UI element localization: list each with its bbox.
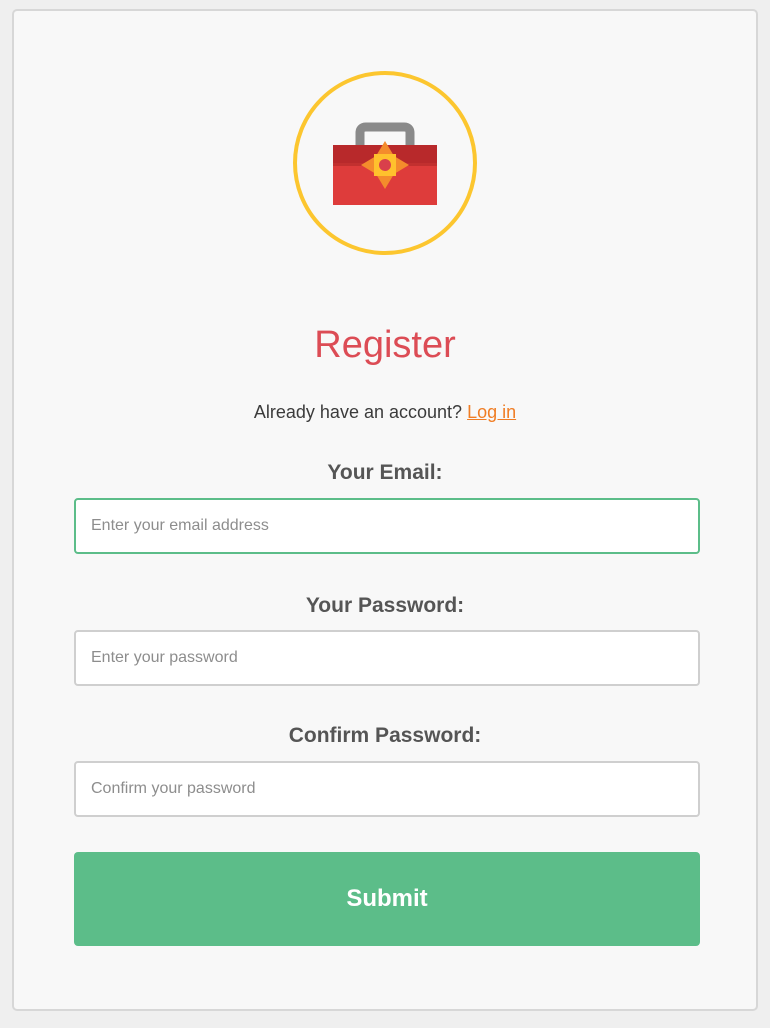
password-field[interactable] bbox=[74, 630, 700, 686]
logo-badge bbox=[293, 71, 477, 255]
confirm-password-label: Confirm Password: bbox=[288, 724, 482, 747]
login-link[interactable]: Log in bbox=[467, 402, 516, 422]
toolbox-icon bbox=[333, 122, 437, 205]
login-prompt: Already have an account? Log in bbox=[14, 399, 756, 425]
email-field[interactable] bbox=[74, 498, 700, 554]
email-label: Your Email: bbox=[327, 461, 443, 484]
login-prompt-text: Already have an account? bbox=[253, 402, 463, 422]
page-title: Register bbox=[314, 324, 456, 366]
register-card: Register Already have an account? Log in… bbox=[12, 9, 758, 1011]
submit-button[interactable]: Submit bbox=[74, 852, 700, 946]
confirm-password-field[interactable] bbox=[74, 761, 700, 817]
password-label: Your Password: bbox=[305, 594, 465, 617]
